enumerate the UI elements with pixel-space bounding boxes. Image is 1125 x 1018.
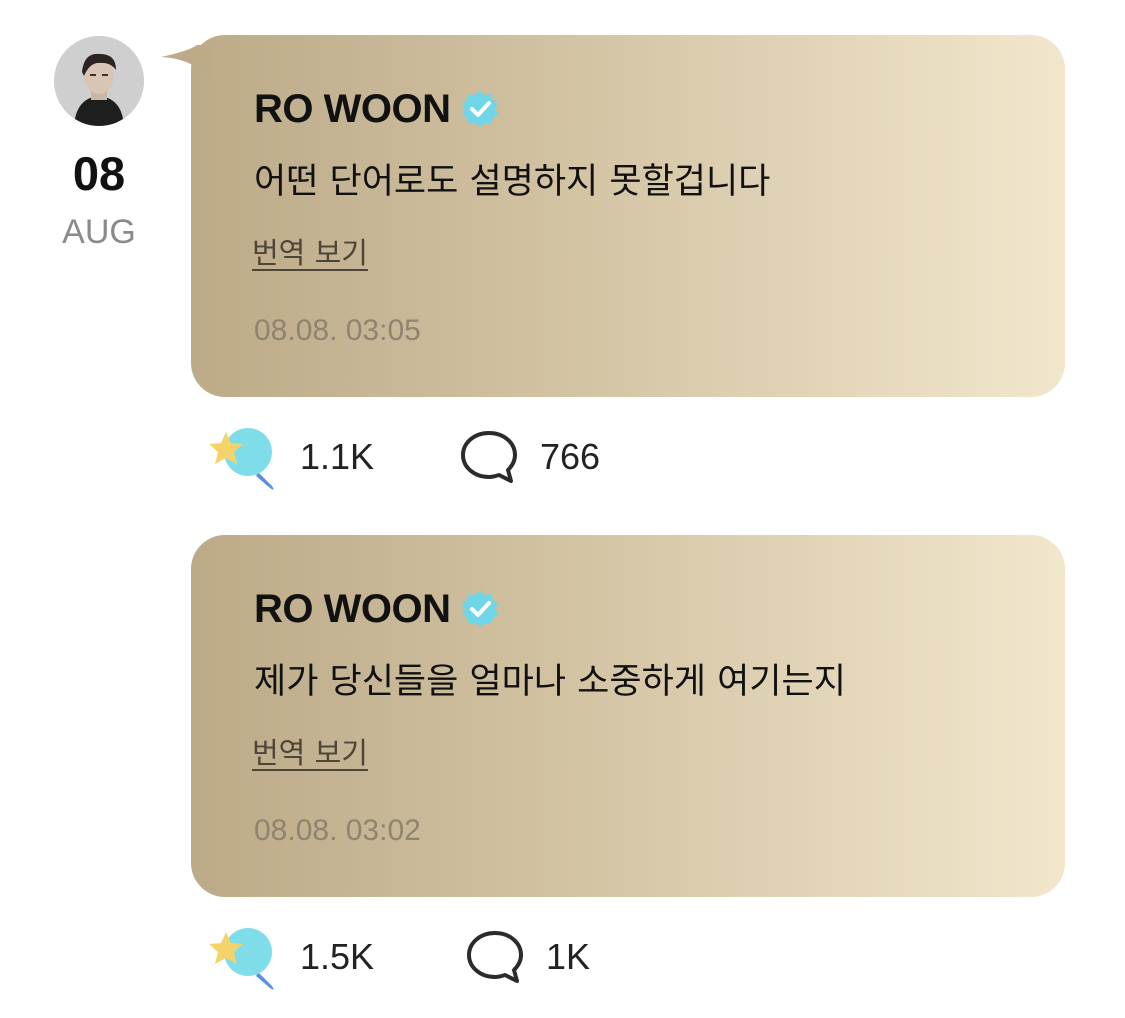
post-bubble[interactable]: RO WOON 제가 당신들을 얼마나 소중하게 여기는지 번역 보기 08.0… — [191, 535, 1065, 897]
reaction-bar: 1.1K 766 — [206, 422, 600, 492]
author-row: RO WOON — [254, 585, 500, 633]
post-timestamp: 08.08. 03:05 — [254, 314, 421, 347]
comment-button[interactable]: 766 — [458, 428, 600, 486]
verified-badge-icon — [462, 91, 499, 127]
avatar[interactable] — [54, 36, 144, 126]
comment-button[interactable]: 1K — [464, 928, 590, 986]
comment-count: 766 — [540, 436, 601, 477]
comment-bubble-icon — [461, 431, 517, 483]
like-button[interactable]: 1.1K — [206, 422, 458, 492]
author-name: RO WOON — [254, 586, 451, 631]
star-reaction-icon — [209, 928, 274, 990]
author-name: RO WOON — [254, 86, 451, 131]
post-message: 제가 당신들을 얼마나 소중하게 여기는지 — [254, 662, 846, 702]
translate-link[interactable]: 번역 보기 — [252, 231, 368, 275]
bubble-tail — [161, 45, 211, 85]
comment-bubble-icon — [467, 931, 523, 983]
reaction-bar: 1.5K 1K — [206, 922, 590, 992]
translate-link[interactable]: 번역 보기 — [252, 731, 368, 775]
star-reaction-icon — [209, 428, 274, 490]
author-row: RO WOON — [254, 85, 500, 133]
date-day: 08 — [72, 147, 126, 200]
like-count: 1.1K — [300, 436, 375, 477]
avatar-photo — [54, 36, 144, 126]
post-timestamp: 08.08. 03:02 — [254, 814, 421, 847]
verified-badge-icon — [462, 591, 499, 627]
comment-count: 1K — [546, 936, 591, 977]
date-month: AUG — [62, 213, 136, 251]
post-message: 어떤 단어로도 설명하지 못할겁니다 — [254, 162, 771, 202]
like-button[interactable]: 1.5K — [206, 922, 464, 992]
like-count: 1.5K — [300, 936, 375, 977]
post-bubble[interactable]: RO WOON 어떤 단어로도 설명하지 못할겁니다 번역 보기 08.08. … — [161, 35, 1065, 397]
